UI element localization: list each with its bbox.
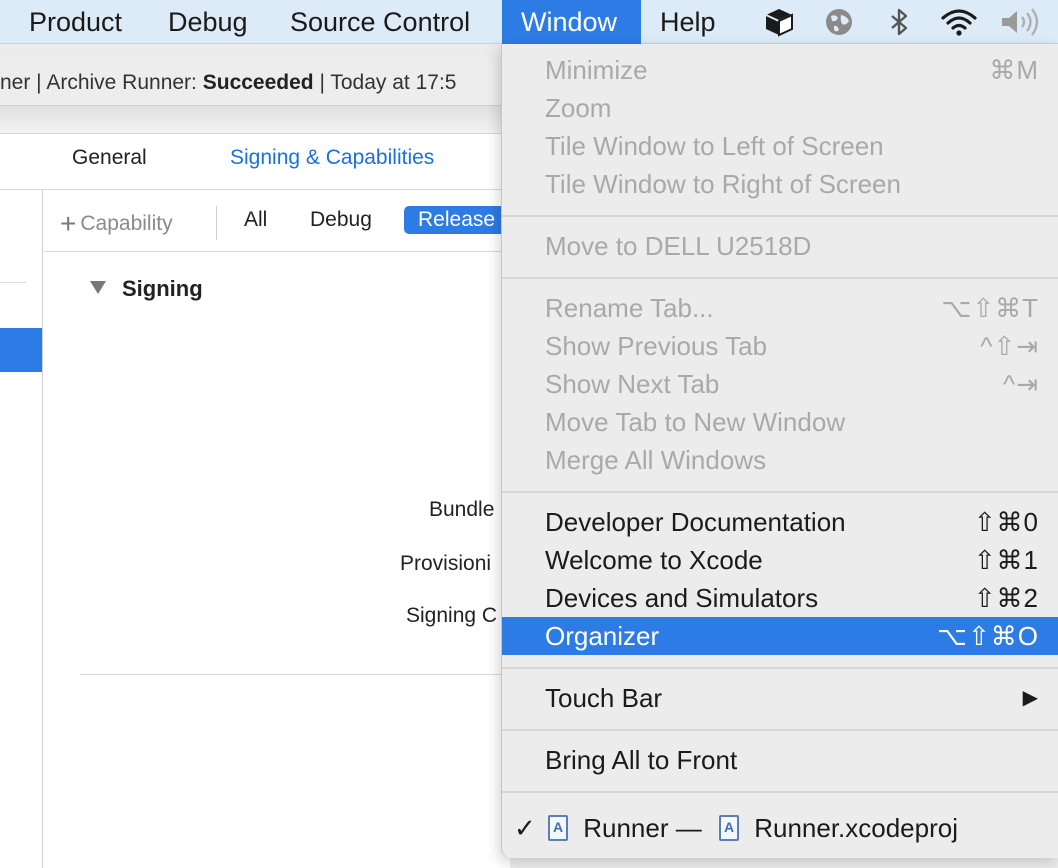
window-name: Runner — xyxy=(583,813,702,843)
filter-release[interactable]: Release xyxy=(404,206,510,234)
filter-all[interactable]: All xyxy=(244,208,267,232)
activity-suffix: | Today at 17:5 xyxy=(313,71,457,94)
rename-tab-shortcut: ⌥⇧⌘T xyxy=(941,293,1039,323)
menu-separator xyxy=(502,491,1058,493)
project-file-icon xyxy=(548,815,568,841)
developer-documentation-shortcut: ⇧⌘0 xyxy=(973,507,1039,537)
toolbar-divider xyxy=(0,106,510,134)
project-editor: General Signing & Capabilities + Capabili… xyxy=(0,134,510,868)
submenu-arrow-icon: ▶ xyxy=(1022,687,1039,709)
menu-item-organizer[interactable]: Organizer ⌥⇧⌘O xyxy=(502,617,1058,655)
menu-item-minimize[interactable]: Minimize ⌘M xyxy=(502,51,1058,89)
next-tab-shortcut: ^⇥ xyxy=(1003,369,1039,399)
menu-bar: Product Debug Source Control Window Help xyxy=(0,0,1058,44)
checkmark-icon: ✓ xyxy=(514,813,536,843)
project-file-icon xyxy=(718,815,739,841)
welcome-shortcut: ⇧⌘1 xyxy=(973,545,1039,575)
filter-debug[interactable]: Debug xyxy=(310,208,372,232)
menu-separator xyxy=(502,277,1058,279)
activity-status: ner | Archive Runner: Succeeded | Today … xyxy=(0,62,510,106)
menu-item-touch-bar[interactable]: Touch Bar ▶ xyxy=(502,679,1058,717)
signing-section-header[interactable]: Signing xyxy=(90,276,203,302)
activity-status-value: Succeeded xyxy=(202,71,314,94)
menu-product[interactable]: Product xyxy=(29,0,122,44)
menu-item-devices-and-simulators[interactable]: Devices and Simulators ⇧⌘2 xyxy=(502,579,1058,617)
menu-item-tile-right[interactable]: Tile Window to Right of Screen xyxy=(502,165,1058,203)
menu-item-tile-left[interactable]: Tile Window to Left of Screen xyxy=(502,127,1058,165)
menu-window[interactable]: Window xyxy=(502,0,641,44)
cube-icon[interactable] xyxy=(762,6,796,38)
menu-separator xyxy=(502,729,1058,731)
capability-filter-bar: + Capability All Debug Release xyxy=(44,194,510,252)
window-project-name: Runner.xcodeproj xyxy=(754,813,959,843)
targets-sidebar xyxy=(0,190,43,868)
menu-debug[interactable]: Debug xyxy=(168,0,248,44)
menu-item-show-next-tab[interactable]: Show Next Tab ^⇥ xyxy=(502,365,1058,403)
signing-section-title: Signing xyxy=(122,276,203,301)
menu-separator xyxy=(502,791,1058,793)
minimize-shortcut: ⌘M xyxy=(989,55,1039,85)
disclosure-triangle-icon[interactable] xyxy=(90,281,106,294)
sidebar-separator xyxy=(0,282,26,283)
devices-shortcut: ⇧⌘2 xyxy=(973,583,1039,613)
filter-separator xyxy=(216,206,217,240)
menu-help[interactable]: Help xyxy=(660,0,716,44)
plus-icon: + xyxy=(60,208,77,239)
menu-source-control[interactable]: Source Control xyxy=(290,0,470,44)
menu-item-show-previous-tab[interactable]: Show Previous Tab ^⇧⇥ xyxy=(502,327,1058,365)
wifi-icon[interactable] xyxy=(940,6,978,38)
add-capability-button[interactable]: + Capability xyxy=(60,208,173,240)
menu-item-developer-documentation[interactable]: Developer Documentation ⇧⌘0 xyxy=(502,503,1058,541)
tab-signing-capabilities[interactable]: Signing & Capabilities xyxy=(230,146,434,170)
menu-item-rename-tab[interactable]: Rename Tab... ⌥⇧⌘T xyxy=(502,289,1058,327)
bluetooth-icon[interactable] xyxy=(882,6,916,38)
tab-general[interactable]: General xyxy=(72,146,147,170)
bundle-identifier-label: Bundle xyxy=(429,498,495,521)
menu-item-merge-all-windows[interactable]: Merge All Windows xyxy=(502,441,1058,479)
previous-tab-shortcut: ^⇧⇥ xyxy=(980,331,1039,361)
signing-certificate-label: Signing C xyxy=(406,604,498,627)
add-capability-label: Capability xyxy=(80,212,173,235)
activity-prefix: ner | Archive Runner: xyxy=(0,71,203,94)
editor-tabs: General Signing & Capabilities xyxy=(0,134,510,190)
menu-item-zoom[interactable]: Zoom xyxy=(502,89,1058,127)
menu-item-window-runner[interactable]: ✓ Runner — Runner.xcodeproj xyxy=(502,809,1058,847)
menu-item-bring-all-to-front[interactable]: Bring All to Front xyxy=(502,741,1058,779)
section-divider xyxy=(80,674,510,675)
globe-icon[interactable] xyxy=(822,6,856,38)
menu-item-welcome-to-xcode[interactable]: Welcome to Xcode ⇧⌘1 xyxy=(502,541,1058,579)
menu-separator xyxy=(502,215,1058,217)
organizer-shortcut: ⌥⇧⌘O xyxy=(937,621,1039,651)
window-menu: Minimize ⌘M Zoom Tile Window to Left of S… xyxy=(501,44,1058,858)
menu-separator xyxy=(502,667,1058,669)
provisioning-profile-label: Provisioni xyxy=(400,552,492,575)
volume-icon[interactable] xyxy=(998,6,1044,38)
menu-item-move-tab-new-window[interactable]: Move Tab to New Window xyxy=(502,403,1058,441)
sidebar-selected-target[interactable] xyxy=(0,328,42,372)
menu-item-move-to-display[interactable]: Move to DELL U2518D xyxy=(502,227,1058,265)
